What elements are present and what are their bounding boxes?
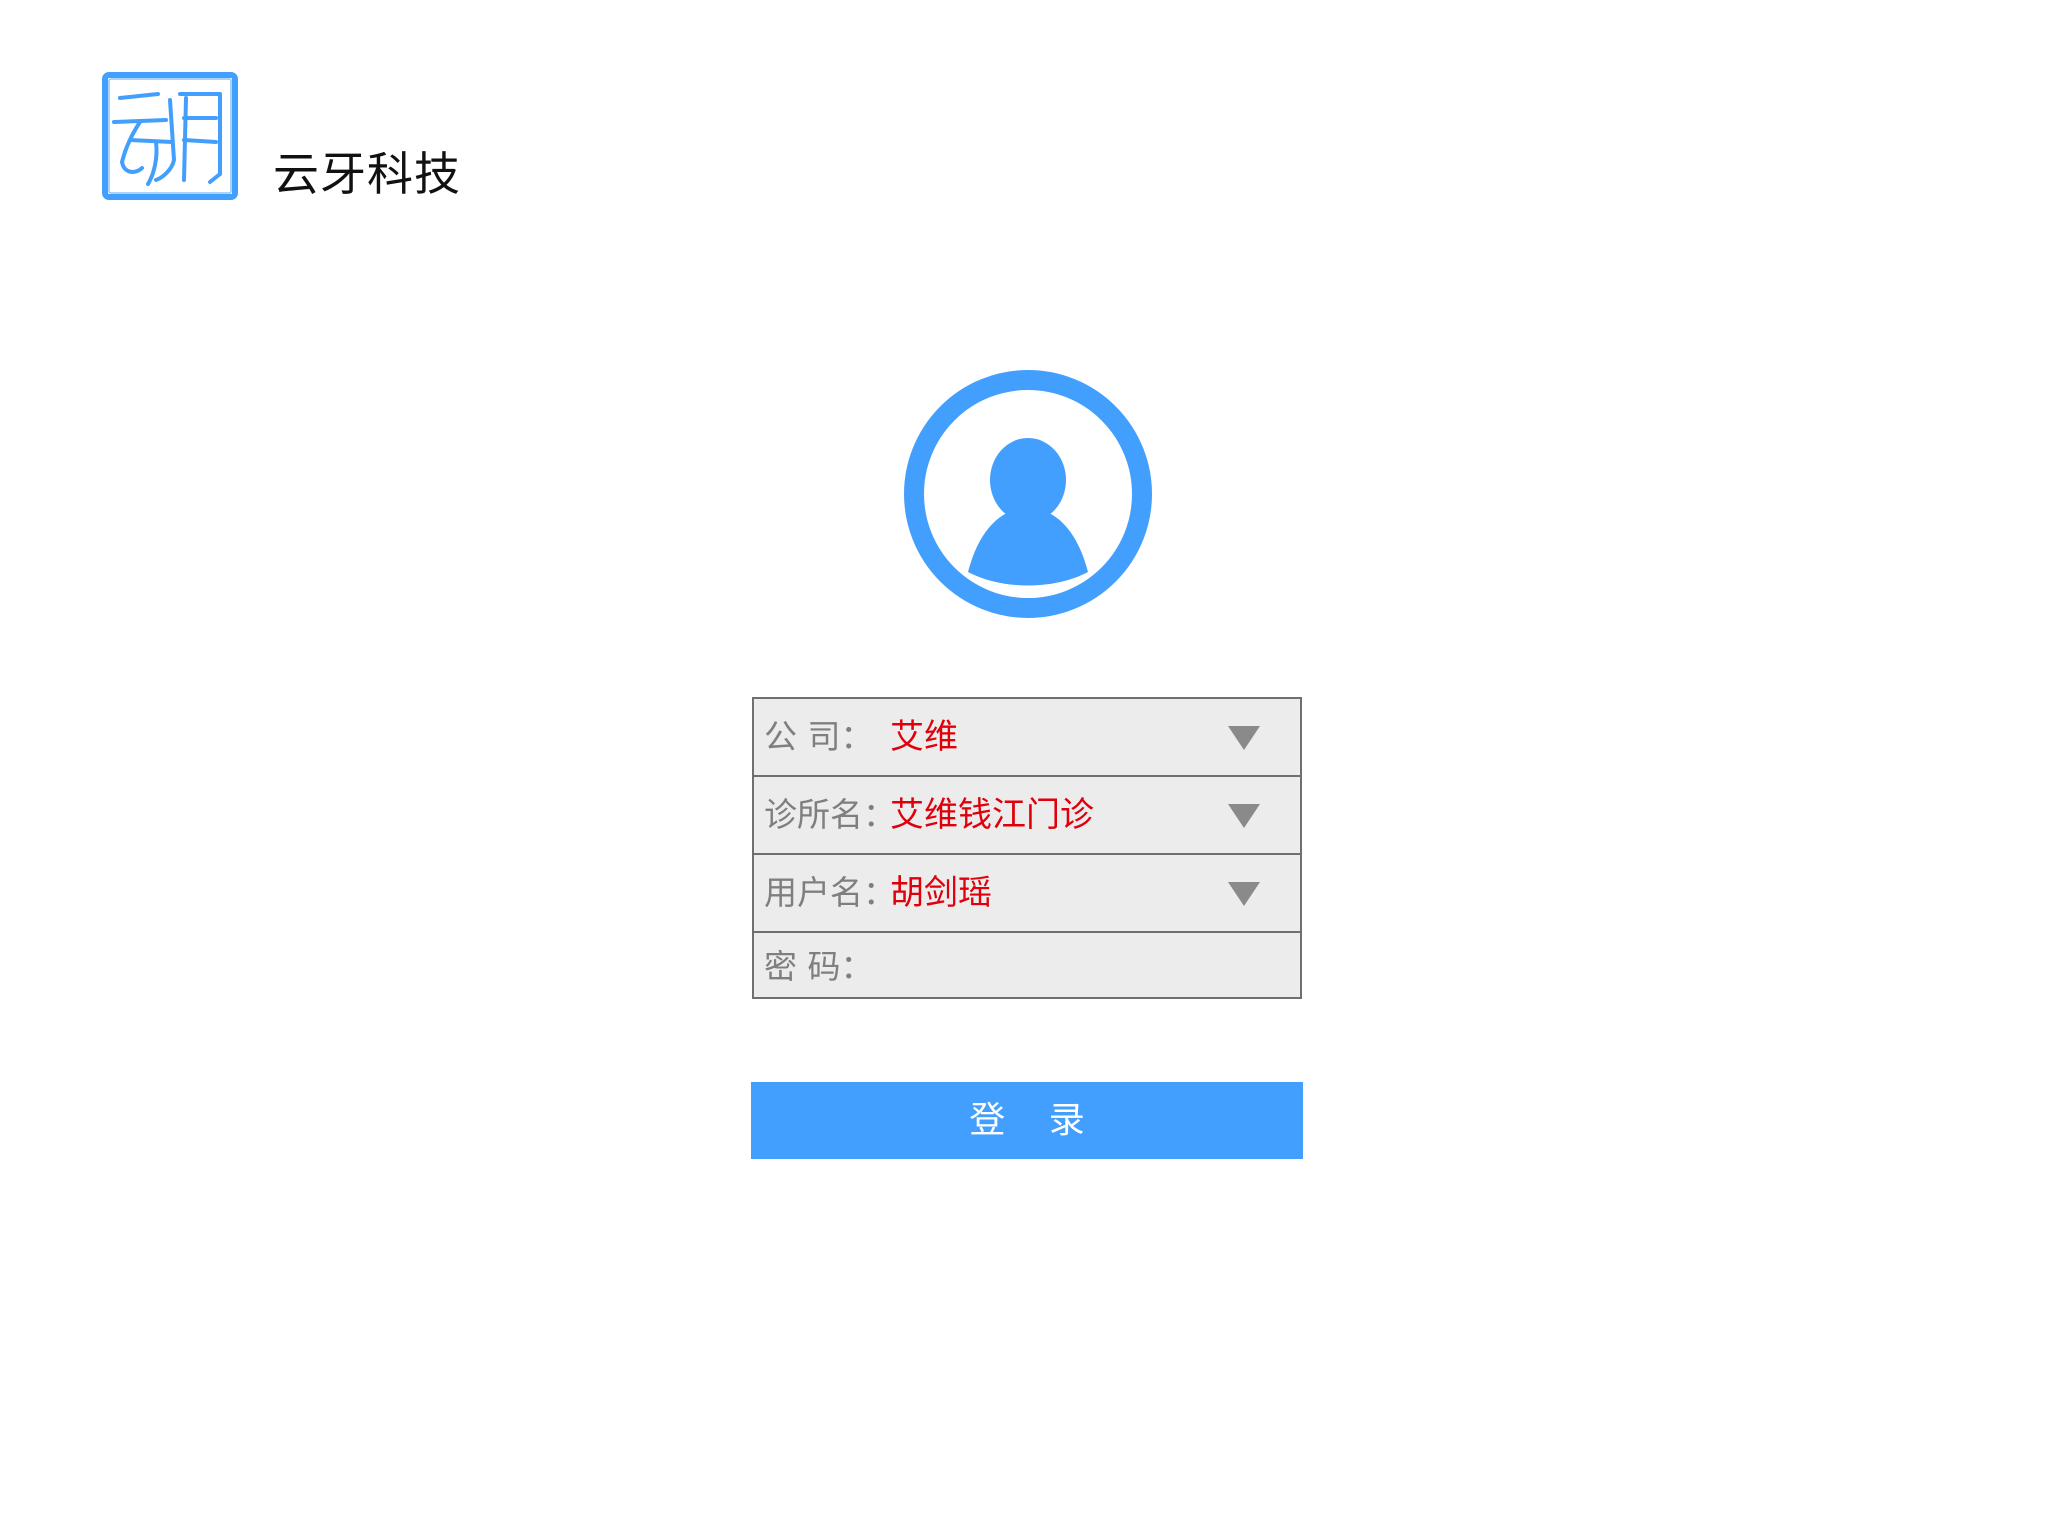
login-page: 云牙科技 公 司： 艾维 诊所名： 艾维钱江门诊 用户名： 胡剑瑶 密 码： 登… bbox=[0, 0, 2048, 1536]
login-button[interactable]: 登 录 bbox=[751, 1082, 1303, 1159]
clinic-value: 艾维钱江门诊 bbox=[890, 795, 1094, 835]
password-input[interactable] bbox=[890, 941, 1284, 995]
clinic-select[interactable]: 诊所名： 艾维钱江门诊 bbox=[754, 777, 1300, 855]
username-label: 用户名： bbox=[764, 873, 896, 912]
chevron-down-icon[interactable] bbox=[1226, 724, 1262, 752]
chevron-down-icon[interactable] bbox=[1226, 880, 1262, 908]
brand-name: 云牙科技 bbox=[273, 147, 461, 201]
username-value: 胡剑瑶 bbox=[890, 873, 992, 913]
username-select[interactable]: 用户名： 胡剑瑶 bbox=[754, 855, 1300, 933]
chevron-down-icon[interactable] bbox=[1226, 802, 1262, 830]
clinic-label: 诊所名： bbox=[764, 795, 896, 834]
seal-logo-icon bbox=[102, 72, 238, 200]
company-label: 公 司： bbox=[764, 717, 874, 756]
login-form: 公 司： 艾维 诊所名： 艾维钱江门诊 用户名： 胡剑瑶 密 码： bbox=[752, 697, 1302, 999]
company-value: 艾维 bbox=[890, 717, 958, 757]
password-label: 密 码： bbox=[764, 947, 874, 986]
user-avatar bbox=[904, 370, 1152, 618]
brand-logo bbox=[100, 70, 240, 202]
company-select[interactable]: 公 司： 艾维 bbox=[754, 699, 1300, 777]
user-avatar-icon bbox=[904, 370, 1152, 618]
password-row: 密 码： bbox=[754, 933, 1300, 1001]
